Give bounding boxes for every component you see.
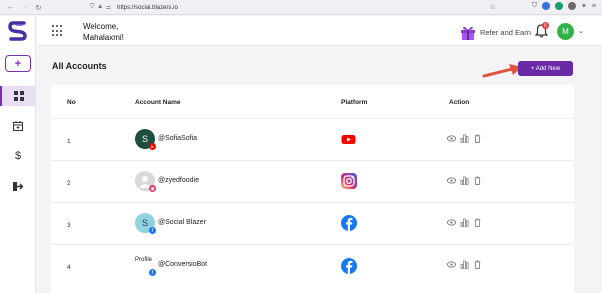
add-new-button[interactable]: + Add New	[518, 61, 573, 76]
row-number: 3	[67, 222, 71, 229]
row-actions	[447, 260, 482, 269]
account-handle: @zyedfoodie	[158, 177, 199, 184]
sidebar-item-logout[interactable]	[0, 176, 36, 196]
grid-icon	[14, 91, 24, 101]
pocket-icon[interactable]: ⛉	[532, 2, 537, 10]
logout-icon	[13, 181, 23, 191]
social-blazers-logo[interactable]	[7, 20, 29, 42]
analytics-icon[interactable]	[460, 260, 469, 269]
extension-icon[interactable]	[555, 2, 564, 10]
calendar-icon	[13, 121, 23, 131]
youtube-icon	[341, 135, 356, 144]
refer-label: Refer and Earn	[480, 28, 531, 37]
table-row: 4 Profile f @ConversioBot	[51, 244, 574, 286]
row-number: 4	[67, 264, 71, 271]
column-header-action: Action	[449, 99, 470, 106]
view-eye-icon[interactable]	[447, 218, 456, 227]
extension-icon[interactable]	[542, 2, 551, 10]
view-eye-icon[interactable]	[447, 260, 456, 269]
apps-grid-icon[interactable]	[52, 25, 64, 37]
user-avatar[interactable]: M	[557, 23, 574, 40]
dollar-icon: $	[14, 150, 22, 162]
row-number: 2	[67, 180, 71, 187]
facebook-icon	[341, 258, 357, 274]
analytics-icon[interactable]	[460, 176, 469, 185]
extension-icon[interactable]	[568, 2, 577, 10]
column-header-platform: Platform	[341, 99, 368, 106]
column-header-account-name: Account Name	[135, 99, 181, 106]
table-row: 2 ◉ @zyedfoodie	[51, 160, 574, 202]
analytics-icon[interactable]	[460, 218, 469, 227]
delete-trash-icon[interactable]	[473, 260, 482, 269]
gift-icon	[461, 26, 475, 40]
notification-count-badge: 6	[542, 22, 549, 29]
extensions-puzzle-icon[interactable]: ✦	[581, 2, 587, 10]
instagram-badge-icon: ◉	[149, 185, 156, 192]
lock-icon[interactable]: 🔒︎	[99, 4, 102, 11]
facebook-icon	[341, 215, 357, 231]
analytics-icon[interactable]	[460, 134, 469, 143]
account-handle: @SofiaSofia	[158, 135, 198, 142]
delete-trash-icon[interactable]	[473, 134, 482, 143]
browser-toolbar: ← → ↻ ⛉ 🔒︎ ⚌ https://social.blazers.io ☆…	[0, 0, 602, 15]
permissions-icon[interactable]: ⚌	[106, 4, 111, 11]
account-handle: @Social Blazer	[158, 219, 206, 226]
accounts-table: No Account Name Platform Action 1 S ▸ @S…	[51, 85, 574, 293]
bookmark-star-icon[interactable]: ☆	[490, 3, 496, 11]
view-eye-icon[interactable]	[447, 134, 456, 143]
table-row: 1 S ▸ @SofiaSofia	[51, 118, 574, 160]
youtube-badge-icon: ▸	[149, 143, 156, 150]
facebook-badge-icon: f	[149, 227, 156, 234]
menu-icon[interactable]: ≡	[592, 3, 596, 10]
address-bar[interactable]: ⛉ 🔒︎ ⚌ https://social.blazers.io ☆	[90, 2, 496, 13]
row-actions	[447, 176, 482, 185]
page-title: All Accounts	[52, 61, 107, 71]
forward-icon[interactable]: →	[20, 3, 29, 12]
welcome-line: Welcome,	[83, 22, 119, 31]
profile-image-alt: Profile	[135, 257, 153, 263]
refer-and-earn-link[interactable]: Refer and Earn	[460, 25, 531, 40]
shield-icon[interactable]: ⛉	[90, 4, 95, 11]
sidebar-item-calendar[interactable]	[0, 116, 36, 136]
instagram-icon	[341, 173, 357, 189]
url-text[interactable]: https://social.blazers.io	[117, 5, 178, 11]
add-account-button[interactable]: +	[5, 55, 31, 72]
table-row: 3 S f @Social Blazer	[51, 202, 574, 244]
user-name: Mahalaxmi!	[83, 33, 124, 42]
sidebar-item-billing[interactable]: $	[0, 146, 36, 166]
facebook-badge-icon: f	[149, 269, 156, 276]
welcome-message: Welcome, Mahalaxmi!	[83, 21, 124, 43]
row-number: 1	[67, 138, 71, 145]
reload-icon[interactable]: ↻	[34, 3, 43, 12]
row-actions	[447, 134, 482, 143]
top-header: Welcome, Mahalaxmi! Refer and Earn 6 M ⌄	[37, 16, 602, 46]
chevron-down-icon[interactable]: ⌄	[578, 27, 584, 35]
sidebar: + $	[0, 16, 36, 293]
sidebar-item-dashboard[interactable]	[0, 86, 36, 106]
delete-trash-icon[interactable]	[473, 218, 482, 227]
view-eye-icon[interactable]	[447, 176, 456, 185]
back-icon[interactable]: ←	[6, 3, 15, 12]
column-header-no: No	[67, 99, 76, 106]
account-handle: @ConversioBot	[158, 261, 208, 268]
row-actions	[447, 218, 482, 227]
delete-trash-icon[interactable]	[473, 176, 482, 185]
